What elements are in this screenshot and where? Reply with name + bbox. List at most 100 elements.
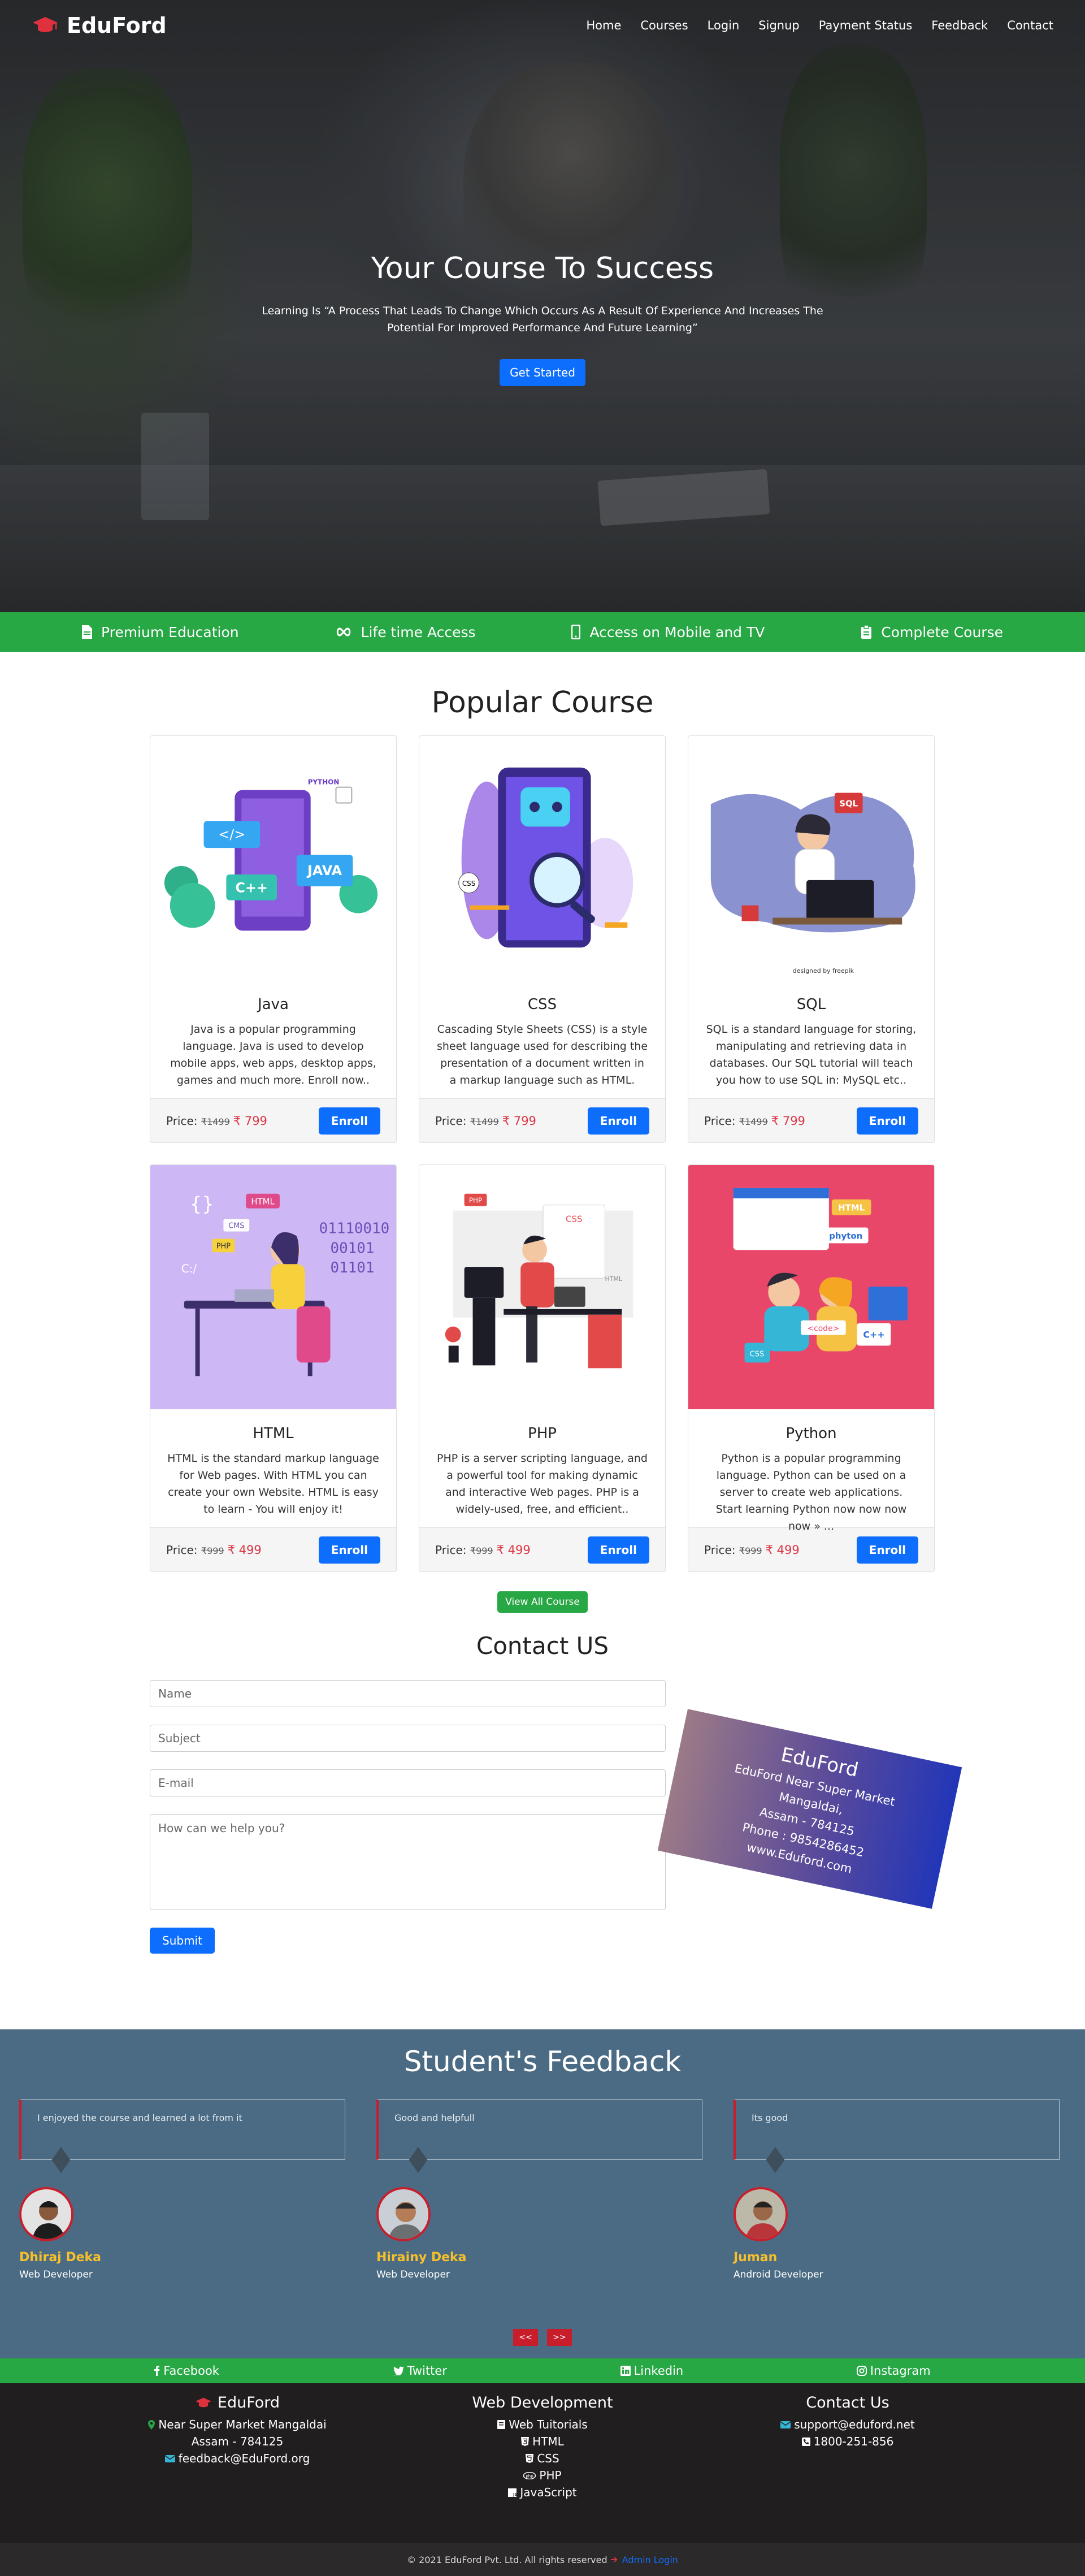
course-body: SQL SQL is a standard language for stori… [688,980,934,1098]
social-label: Linkedin [633,2364,684,2378]
author-name: Dhiraj Deka [19,2250,102,2265]
svg-text:C++: C++ [235,880,268,896]
feedback-quote: I enjoyed the course and learned a lot f… [19,2099,345,2160]
brand[interactable]: EduFord [32,13,167,38]
social-twitter[interactable]: Twitter [393,2364,447,2378]
html5-icon [521,2437,530,2446]
course-name: CSS [527,996,557,1013]
footer-link[interactable]: php PHP [390,2467,695,2484]
get-started-button[interactable]: Get Started [500,359,585,386]
social-linkedin[interactable]: Linkedin [620,2364,684,2378]
svg-text:HTML: HTML [251,1197,275,1207]
nav-courses[interactable]: Courses [640,19,688,32]
enroll-button[interactable]: Enroll [318,1536,380,1564]
footer-contact-title: Contact Us [806,2394,889,2412]
svg-text:PHP: PHP [216,1242,231,1250]
footer-email[interactable]: feedback@EduFord.org [85,2450,390,2467]
footer-col-contact: Contact Us support@eduford.net 1800-251-… [695,2395,1000,2543]
svg-text:HTML: HTML [838,1203,865,1213]
course-card-java: </> JAVA C++ PYTHON Java Java is a popul… [150,735,397,1143]
feedback-quote: Its good [734,2099,1060,2160]
nav-feedback[interactable]: Feedback [931,19,988,32]
svg-text:CSS: CSS [566,1214,582,1224]
footer-col-about: EduFord Near Super Market Mangaldai Assa… [85,2395,390,2543]
course-price: Price: ₹999 ₹ 499 [435,1543,531,1557]
author-role: Android Developer [734,2269,823,2280]
footer-col-webdev: Web Development Web Tuitorials HTML CSS … [390,2395,695,2543]
price-label: Price: [435,1114,467,1128]
footer-webdev-title: Web Development [472,2394,613,2412]
svg-text:01110010: 01110010 [319,1220,390,1237]
nav-contact[interactable]: Contact [1007,19,1053,32]
enroll-button[interactable]: Enroll [587,1107,649,1135]
course-card-php: CSS PHP HTML PHP PHP is a server scripti… [419,1164,666,1572]
enroll-button[interactable]: Enroll [856,1536,918,1564]
svg-text:C++: C++ [863,1330,884,1340]
price-label: Price: [704,1114,736,1128]
footer-link[interactable]: Web Tuitorials [390,2416,695,2433]
new-price: ₹ 499 [496,1543,531,1557]
social-facebook[interactable]: Facebook [154,2364,219,2378]
email-field[interactable]: E-mail [150,1769,666,1796]
contact-info-card: EduFord EduFord Near Super Market Mangal… [657,1709,962,1909]
new-price: ₹ 499 [227,1543,262,1557]
carousel-prev-button[interactable]: << [513,2329,538,2346]
clipboard-icon [861,625,872,639]
footer-link[interactable]: CSS [390,2450,695,2467]
feature-lifetime: Life time Access [335,624,476,640]
courses-title: Popular Course [431,686,654,720]
admin-login-link[interactable]: Admin Login [622,2555,678,2565]
course-body: CSS Cascading Style Sheets (CSS) is a st… [419,980,665,1098]
feedback-quote: Good and helpfull [376,2099,702,2160]
phone-icon [801,2437,810,2446]
course-card-css: CSS CSS Cascading Style Sheets (CSS) is … [419,735,666,1143]
svg-text:CSS: CSS [750,1350,764,1358]
course-card-html: 01110010 00101 01101 {} HTML CMS PHP C:/… [150,1164,397,1572]
social-instagram[interactable]: Instagram [856,2364,931,2378]
java-illustration: </> JAVA C++ PYTHON [150,736,396,980]
feature-label: Access on Mobile and TV [589,624,765,640]
author-role: Web Developer [19,2269,93,2280]
footer-link-label: CSS [537,2452,559,2465]
svg-text:CSS: CSS [462,880,476,887]
course-description: PHP is a server scripting language, and … [437,1452,648,1516]
name-field[interactable]: Name [150,1680,666,1707]
hero-title: Your Course To Success [371,252,714,285]
svg-text:php: php [526,2474,534,2478]
footer-link[interactable]: JS JavaScript [390,2484,695,2501]
view-all-courses-button[interactable]: View All Course [497,1591,588,1613]
old-price: ₹1499 [201,1116,230,1127]
enroll-button[interactable]: Enroll [318,1107,380,1135]
feature-label: Life time Access [361,624,476,640]
nav-home[interactable]: Home [586,19,621,32]
carousel-next-button[interactable]: >> [547,2329,572,2346]
submit-button[interactable]: Submit [150,1928,215,1954]
nav-payment-status[interactable]: Payment Status [819,19,913,32]
envelope-icon [164,2454,175,2462]
nav-login[interactable]: Login [708,19,740,32]
footer-phone[interactable]: 1800-251-856 [695,2433,1000,2450]
instagram-icon [856,2366,867,2376]
footer-support-email[interactable]: support@eduford.net [695,2416,1000,2433]
feature-premium: Premium Education [81,624,239,640]
avatar [376,2187,431,2241]
footer-link-label: JavaScript [520,2486,577,2499]
footer-link[interactable]: HTML [390,2433,695,2450]
course-price: Price: ₹999 ₹ 499 [166,1543,262,1557]
course-name: HTML [253,1425,294,1442]
facebook-icon [154,2366,160,2376]
nav-signup[interactable]: Signup [758,19,799,32]
avatar [19,2187,73,2241]
enroll-button[interactable]: Enroll [587,1536,649,1564]
social-label: Twitter [407,2364,447,2378]
enroll-button[interactable]: Enroll [856,1107,918,1135]
course-footer: Price: ₹1499 ₹ 799 Enroll [688,1098,934,1142]
php-illustration: CSS PHP HTML [419,1165,665,1409]
php-icon: php [523,2471,536,2479]
address-line-2: Assam - 784125 [191,2435,284,2448]
graduation-cap-icon [196,2397,211,2408]
carousel-controls: << >> [513,2329,572,2346]
message-textarea[interactable]: How can we help you? [150,1814,666,1910]
footer-link-label: HTML [532,2435,564,2448]
subject-field[interactable]: Subject [150,1725,666,1752]
